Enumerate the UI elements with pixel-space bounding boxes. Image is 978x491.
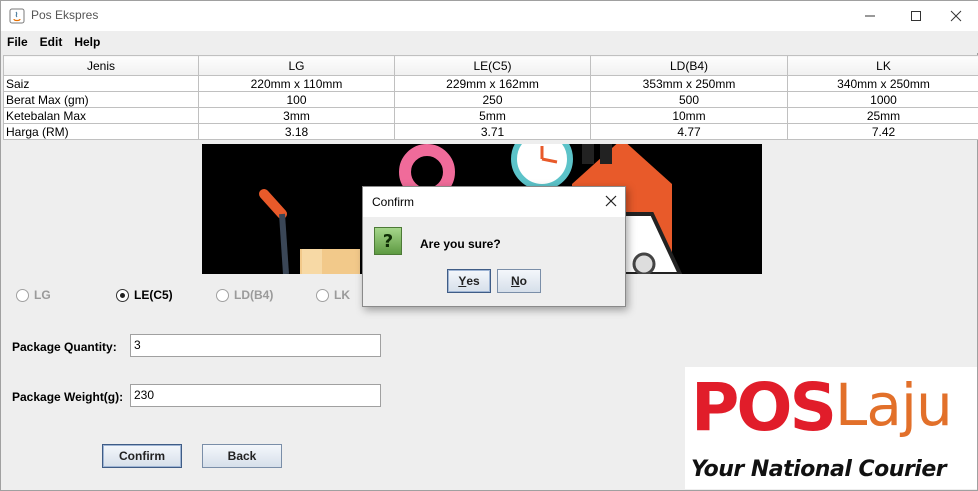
radio-button-selected-icon [116,288,129,302]
table-row[interactable]: Berat Max (gm) 100 250 500 1000 [3,91,978,108]
table-cell[interactable]: 229mm x 162mm [394,75,591,92]
table-cell[interactable]: 500 [590,91,788,108]
table-cell[interactable]: 4.77 [590,123,788,140]
maximize-icon [911,11,921,21]
confirm-button[interactable]: Confirm [102,444,182,468]
quantity-input[interactable]: 3 [130,334,381,357]
weight-label: Package Weight(g): [12,390,124,404]
yes-button[interactable]: Yes [447,269,491,293]
column-header[interactable]: LK [787,55,978,76]
radio-le-c5[interactable]: LE(C5) [116,287,173,303]
radio-lg[interactable]: LG [16,287,51,303]
weight-input[interactable]: 230 [130,384,381,407]
table-cell[interactable]: 5mm [394,107,591,124]
logo-laju-text: Laju [835,371,953,439]
table-header-row: Jenis LG LE(C5) LD(B4) LK [3,55,978,76]
radio-lk[interactable]: LK [316,287,350,303]
radio-button-icon [16,288,29,302]
radio-button-icon [216,288,229,302]
dialog-title: Confirm [372,195,415,209]
table-cell[interactable]: 1000 [787,91,978,108]
menu-bar: File Edit Help [1,31,978,53]
yes-mnemonic: Y [458,274,467,288]
logo-pos-text: POS [691,369,837,446]
table-cell[interactable]: Saiz [3,75,199,92]
table-cell[interactable]: Harga (RM) [3,123,199,140]
table-cell[interactable]: 100 [198,91,395,108]
table-cell[interactable]: 7.42 [787,123,978,140]
table-cell[interactable]: Ketebalan Max [3,107,199,124]
no-mnemonic: N [510,274,520,288]
radio-button-icon [316,288,329,302]
radio-ld-b4[interactable]: LD(B4) [216,287,273,303]
menu-help[interactable]: Help [68,31,106,53]
minimize-button[interactable] [847,1,893,31]
table-cell[interactable]: 353mm x 250mm [590,75,788,92]
table-cell[interactable]: 10mm [590,107,788,124]
dialog-title-bar: Confirm [363,187,625,217]
close-button[interactable] [933,1,978,31]
dialog-close-button[interactable] [605,193,617,211]
table-row[interactable]: Ketebalan Max 3mm 5mm 10mm 25mm [3,107,978,124]
back-button[interactable]: Back [202,444,282,468]
table-cell[interactable]: 340mm x 250mm [787,75,978,92]
radio-label: LE(C5) [134,288,173,302]
close-icon [605,195,617,207]
table-cell[interactable]: Berat Max (gm) [3,91,199,108]
table-cell[interactable]: 250 [394,91,591,108]
no-label-rest: o [519,274,527,288]
quantity-label: Package Quantity: [12,340,117,354]
table-row[interactable]: Harga (RM) 3.18 3.71 4.77 7.42 [3,123,978,140]
radio-label: LG [34,288,51,302]
menu-edit[interactable]: Edit [34,31,69,53]
table-cell[interactable]: 3mm [198,107,395,124]
column-header[interactable]: Jenis [3,55,199,76]
confirm-dialog: Confirm ? Are you sure? Yes No [362,186,626,307]
java-app-icon [9,8,25,24]
column-header[interactable]: LE(C5) [394,55,591,76]
main-window: Pos Ekspres File Edit Help Jenis LG LE(C… [0,0,978,491]
pos-laju-logo: POS Laju Your National Courier [685,367,977,489]
radio-label: LD(B4) [234,288,274,302]
menu-file[interactable]: File [1,31,34,53]
window-title: Pos Ekspres [31,8,99,22]
radio-label: LK [334,288,350,302]
price-table: Jenis LG LE(C5) LD(B4) LK Saiz 220mm x 1… [3,55,978,140]
table-row[interactable]: Saiz 220mm x 110mm 229mm x 162mm 353mm x… [3,75,978,92]
column-header[interactable]: LD(B4) [590,55,788,76]
column-header[interactable]: LG [198,55,395,76]
dialog-message: Are you sure? [420,237,501,251]
yes-label-rest: es [466,274,480,288]
table-cell[interactable]: 3.71 [394,123,591,140]
logo-tagline: Your National Courier [691,457,947,482]
table-cell[interactable]: 25mm [787,107,978,124]
minimize-icon [865,15,875,17]
title-bar: Pos Ekspres [1,1,978,31]
close-icon [950,10,962,22]
table-cell[interactable]: 220mm x 110mm [198,75,395,92]
no-button[interactable]: No [497,269,541,293]
table-cell[interactable]: 3.18 [198,123,395,140]
question-icon: ? [374,227,402,255]
